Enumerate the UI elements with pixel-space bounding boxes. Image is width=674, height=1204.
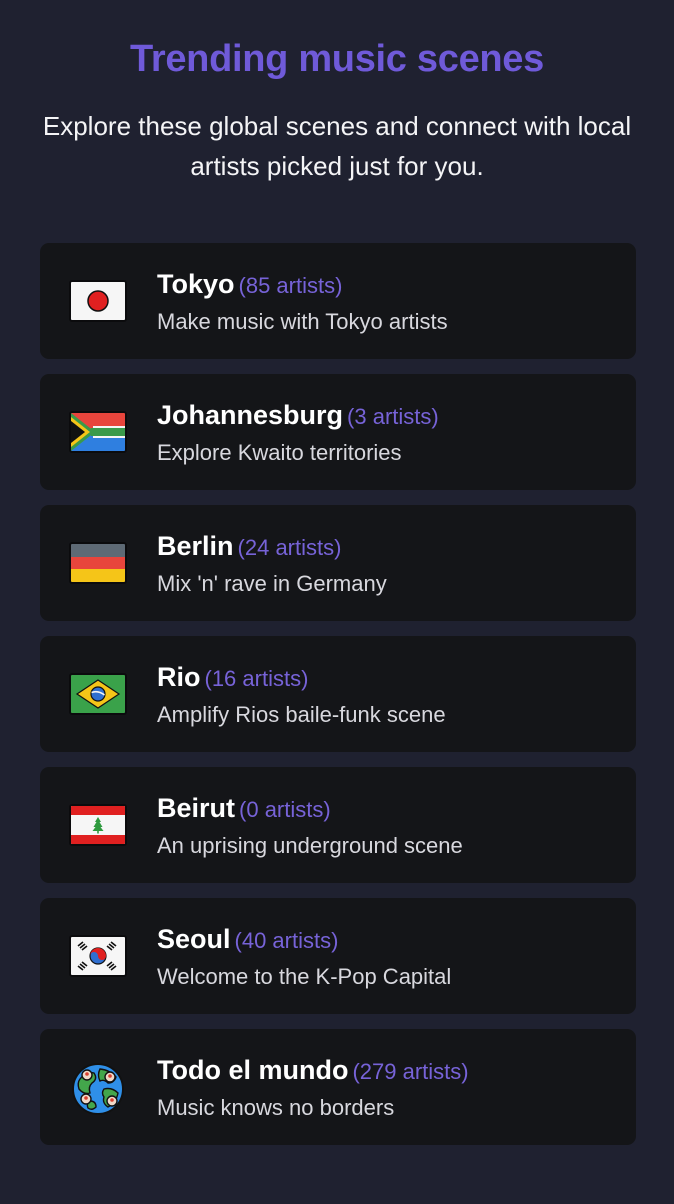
germany-flag-icon [69, 542, 127, 584]
scene-city: Beirut [157, 793, 236, 823]
scene-description: Music knows no borders [157, 1095, 395, 1120]
scene-list: Tokyo (85 artists) Make music with Tokyo … [40, 243, 636, 1160]
south-korea-flag-icon [69, 935, 127, 977]
scene-artist-count: (3 artists) [347, 404, 439, 429]
brazil-flag-icon [69, 673, 127, 715]
scene-card-berlin[interactable]: Berlin (24 artists) Mix 'n' rave in Germa… [40, 505, 636, 621]
scene-city: Todo el mundo [157, 1055, 349, 1085]
scene-heading: Todo el mundo (279 artists) [157, 1055, 469, 1086]
scene-city: Berlin [157, 531, 234, 561]
scene-card-rio[interactable]: Rio (16 artists) Amplify Rios baile-funk … [40, 636, 636, 752]
scene-description: Explore Kwaito territories [157, 440, 402, 465]
scene-heading: Berlin (24 artists) [157, 531, 341, 562]
page: Trending music scenes Explore these glob… [0, 0, 674, 1204]
scene-city: Tokyo [157, 269, 235, 299]
scene-card-tokyo[interactable]: Tokyo (85 artists) Make music with Tokyo … [40, 243, 636, 359]
scene-heading: Beirut (0 artists) [157, 793, 331, 824]
lebanon-flag-icon [69, 804, 127, 846]
scene-heading: Tokyo (85 artists) [157, 269, 342, 300]
scene-city: Johannesburg [157, 400, 344, 430]
south-africa-flag-icon [69, 411, 127, 453]
scene-heading: Rio (16 artists) [157, 662, 308, 693]
scene-card-johannesburg[interactable]: Johannesburg (3 artists) Explore Kwaito t… [40, 374, 636, 490]
scene-artist-count: (85 artists) [238, 273, 343, 298]
scene-city: Rio [157, 662, 201, 692]
scene-description: Mix 'n' rave in Germany [157, 571, 387, 596]
scene-artist-count: (40 artists) [234, 928, 339, 953]
japan-flag-icon [69, 280, 127, 322]
page-subtitle: Explore these global scenes and connect … [42, 111, 632, 181]
scene-card-seoul[interactable]: Seoul (40 artists) Welcome to the K-Pop C… [40, 898, 636, 1014]
globe-icon [70, 1061, 126, 1117]
scene-heading: Seoul (40 artists) [157, 924, 338, 955]
scene-artist-count: (24 artists) [237, 535, 342, 560]
scene-artist-count: (16 artists) [204, 666, 309, 691]
scene-artist-count: (0 artists) [239, 797, 331, 822]
scene-card-beirut[interactable]: Beirut (0 artists) An uprising undergroun… [40, 767, 636, 883]
scene-description: An uprising underground scene [157, 833, 463, 858]
scene-description: Amplify Rios baile-funk scene [157, 702, 446, 727]
scene-heading: Johannesburg (3 artists) [157, 400, 439, 431]
scene-description: Make music with Tokyo artists [157, 309, 448, 334]
scene-city: Seoul [157, 924, 231, 954]
scene-card-todo-el-mundo[interactable]: Todo el mundo (279 artists) Music knows n… [40, 1029, 636, 1145]
page-title: Trending music scenes [130, 38, 544, 80]
scene-artist-count: (279 artists) [352, 1059, 469, 1084]
scene-description: Welcome to the K-Pop Capital [157, 964, 452, 989]
